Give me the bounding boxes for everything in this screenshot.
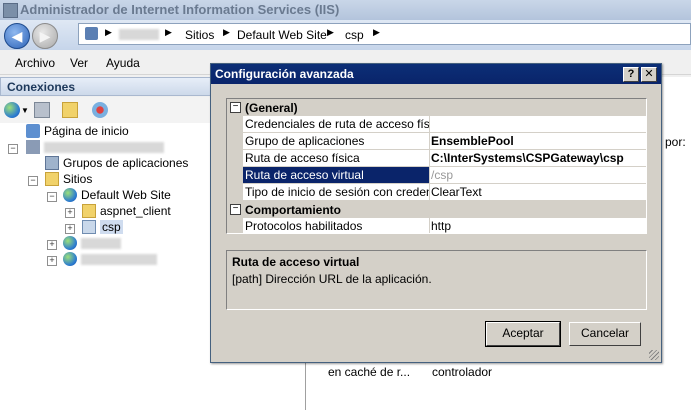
application-icon [82,220,96,234]
tree-item-csp[interactable]: csp [82,220,142,236]
property-value[interactable]: C:\InterSystems\CSPGateway\csp [428,150,646,167]
property-value[interactable]: http [428,218,646,233]
property-row-selected[interactable]: Ruta de acceso virtual /csp [227,167,646,184]
forward-button[interactable]: ▶ [32,23,58,49]
property-name: Credenciales de ruta de acceso física [243,116,430,133]
feature-output-cache-label: en caché de r... [328,365,411,379]
description-heading: Ruta de acceso virtual [232,255,360,269]
redacted-server-label [44,142,164,153]
sites-folder-icon [45,172,59,186]
property-row[interactable]: Grupo de aplicaciones EnsemblePool [227,133,646,150]
tree-item-server[interactable] [26,140,186,156]
help-button[interactable]: ? [623,67,639,82]
tree-item-sites[interactable]: Sitios [45,172,165,188]
connect-globe-icon[interactable] [4,102,20,118]
menu-archivo[interactable]: Archivo [15,56,55,70]
tree-item-site-3[interactable] [63,252,183,268]
dialog-title: Configuración avanzada [215,67,354,81]
breadcrumb-default-web-site[interactable]: Default Web Site [237,28,327,42]
menu-ver[interactable]: Ver [70,56,88,70]
tree-item-site-2[interactable] [63,236,163,252]
app-pools-icon [45,156,59,170]
redacted-site-label [81,238,121,249]
site-icon [85,27,98,40]
disconnect-icon[interactable] [92,102,108,118]
expand-sites-toggle[interactable]: − [28,176,38,186]
back-arrow-icon: ◀ [11,27,23,44]
category-general[interactable]: − (General) [227,99,646,116]
property-name: Ruta de acceso virtual [243,167,430,184]
back-button[interactable]: ◀ [4,23,30,49]
dialog-title-bar: Configuración avanzada ? ✕ [211,64,661,84]
tree-item-default-web-site[interactable]: Default Web Site [63,188,223,204]
breadcrumb-separator: ▶ [105,27,112,37]
server-icon [26,140,40,154]
property-value[interactable]: /csp [428,167,646,184]
expand-default-site-toggle[interactable]: − [47,192,57,202]
open-folder-icon[interactable] [62,102,78,118]
site-globe-icon [63,252,77,266]
expand-site-3-toggle[interactable]: + [47,256,57,266]
menu-ayuda[interactable]: Ayuda [106,56,140,70]
property-name: Grupo de aplicaciones [243,133,430,150]
property-value[interactable]: EnsemblePool [428,133,646,150]
property-value[interactable] [428,116,646,133]
breadcrumb-separator: ▶ [165,27,172,37]
description-text: [path] Dirección URL de la aplicación. [232,272,432,286]
redacted-server-name [119,29,159,40]
address-bar[interactable]: ▶ ▶ Sitios ▶ Default Web Site ▶ csp ▶ [78,23,691,45]
window-title: Administrador de Internet Information Se… [20,2,340,17]
site-globe-icon [63,236,77,250]
property-row[interactable]: Credenciales de ruta de acceso física [227,116,646,133]
property-value[interactable]: ClearText [428,184,646,201]
collapse-icon[interactable]: − [230,204,241,215]
property-name: Ruta de acceso física [243,150,430,167]
tree-item-aspnet-client[interactable]: aspnet_client [82,204,222,220]
redacted-site-label [81,254,157,265]
cancel-button[interactable]: Cancelar [569,322,641,346]
property-grid: − (General) Credenciales de ruta de acce… [226,98,647,234]
start-page-icon [26,124,40,138]
resize-grip-icon[interactable] [649,350,659,360]
tree-item-start-page[interactable]: Página de inicio [26,124,226,140]
breadcrumb-separator: ▶ [327,27,334,37]
breadcrumb-separator: ▶ [223,27,230,37]
folder-icon [82,204,96,218]
property-row[interactable]: Protocolos habilitados http [227,218,646,233]
collapse-icon[interactable]: − [230,102,241,113]
expand-csp-toggle[interactable]: + [65,224,75,234]
site-globe-icon [63,188,77,202]
property-name: Protocolos habilitados [243,218,430,233]
feature-handler-label: controlador [432,365,493,379]
property-row[interactable]: Tipo de inicio de sesión con credenciale… [227,184,646,201]
expand-aspnet-toggle[interactable]: + [65,208,75,218]
save-icon[interactable] [34,102,50,118]
description-panel: Ruta de acceso virtual [path] Dirección … [226,250,647,310]
category-behavior[interactable]: − Comportamiento [227,201,646,218]
expand-server-toggle[interactable]: − [8,144,18,154]
property-row[interactable]: Ruta de acceso física C:\InterSystems\CS… [227,150,646,167]
title-bar: Administrador de Internet Information Se… [0,0,691,20]
dropdown-arrow-icon[interactable]: ▼ [21,106,29,115]
app-icon [3,3,18,18]
breadcrumb-sites[interactable]: Sitios [185,28,214,42]
advanced-settings-dialog: Configuración avanzada ? ✕ − (General) C… [210,63,662,363]
ok-button[interactable]: Aceptar [485,321,561,347]
forward-arrow-icon: ▶ [39,27,51,44]
close-button[interactable]: ✕ [641,67,657,82]
property-name: Tipo de inicio de sesión con credenciale… [243,184,430,201]
breadcrumb-separator: ▶ [373,27,380,37]
expand-site-2-toggle[interactable]: + [47,240,57,250]
breadcrumb-csp[interactable]: csp [345,28,364,42]
connections-title: Conexiones [7,80,76,94]
